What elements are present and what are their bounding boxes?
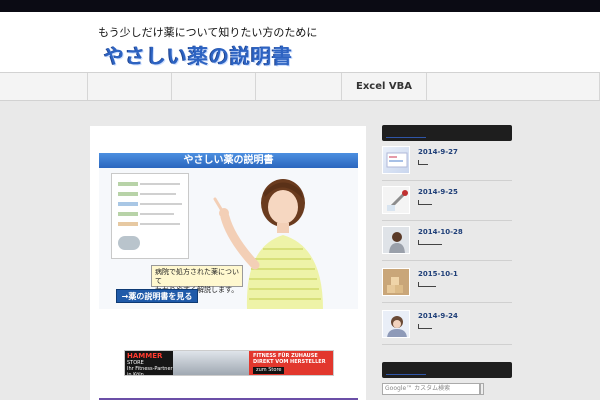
sidebar-post[interactable]: 2014-9-24 — [382, 310, 512, 342]
global-nav: Excel VBA — [0, 72, 600, 101]
nav-item-1[interactable] — [0, 73, 88, 100]
hero-banner[interactable]: やさしい薬の説明書 病院で処方された薬について わかりやすく解説します。 →薬の… — [99, 153, 358, 309]
advertisement[interactable]: HAMMER STORE Ihr Fitness-Partner in Köln… — [124, 350, 334, 376]
ad-gym-image — [173, 351, 249, 375]
post-excerpt — [418, 160, 428, 165]
sidebar-post[interactable]: 2014-9-25 — [382, 186, 512, 218]
post-thumbnail[interactable] — [382, 186, 410, 214]
ad-brand: HAMMER — [127, 352, 163, 360]
ad-headline: FITNESS FÜR ZUHAUSE DIREKT VOM HERSTELLE… — [253, 353, 326, 365]
post-excerpt — [418, 240, 442, 245]
post-excerpt — [418, 282, 436, 287]
nav-item-excel-vba[interactable]: Excel VBA — [342, 73, 427, 100]
nav-item-4[interactable] — [256, 73, 342, 100]
search-input[interactable]: Google™ カスタム検索 — [382, 383, 480, 395]
divider — [382, 302, 512, 303]
top-bar — [0, 0, 600, 12]
woman-pointing-image — [213, 179, 323, 309]
site-logo[interactable]: やさしい薬の説明書 — [104, 40, 293, 69]
nav-item-2[interactable] — [88, 73, 172, 100]
post-excerpt — [418, 324, 432, 329]
sidebar-post[interactable]: 2014-10-28 — [382, 226, 512, 258]
post-thumbnail[interactable] — [382, 226, 410, 254]
post-date: 2014-10-28 — [418, 228, 463, 236]
divider — [382, 220, 512, 221]
ad-tagline: Ihr Fitness-Partner in Köln — [127, 366, 173, 376]
nav-item-3[interactable] — [172, 73, 256, 100]
sidebar-widget-header — [382, 125, 512, 141]
sidebar-post[interactable]: 2015-10-1 — [382, 268, 512, 300]
ad-store-button[interactable]: zum Store — [253, 367, 285, 374]
banner-title: やさしい薬の説明書 — [99, 153, 358, 168]
site-tagline: もう少しだけ薬について知りたい方のために — [98, 26, 318, 39]
post-thumbnail[interactable] — [382, 310, 410, 338]
ad-copy-panel: FITNESS FÜR ZUHAUSE DIREKT VOM HERSTELLE… — [249, 351, 333, 375]
main-content: やさしい薬の説明書 病院で処方された薬について わかりやすく解説します。 →薬の… — [90, 126, 366, 400]
search-button[interactable] — [480, 383, 484, 395]
post-date: 2014-9-24 — [418, 312, 458, 320]
divider — [382, 344, 512, 345]
site-header: もう少しだけ薬について知りたい方のために やさしい薬の説明書 — [0, 12, 600, 72]
post-date: 2015-10-1 — [418, 270, 458, 278]
ad-brand-panel: HAMMER STORE Ihr Fitness-Partner in Köln — [125, 351, 173, 376]
view-guide-button[interactable]: →薬の説明書を見る — [116, 289, 198, 303]
sidebar-post[interactable]: 2014-9-27 — [382, 146, 512, 178]
sidebar-search-header — [382, 362, 512, 378]
post-date: 2014-9-27 — [418, 148, 458, 156]
nav-item-6[interactable] — [427, 73, 600, 100]
post-date: 2014-9-25 — [418, 188, 458, 196]
post-excerpt — [418, 200, 432, 205]
post-thumbnail[interactable] — [382, 268, 410, 296]
document-image — [111, 173, 189, 259]
medicine-image — [118, 236, 140, 250]
divider — [382, 180, 512, 181]
divider — [382, 260, 512, 261]
post-thumbnail[interactable] — [382, 146, 410, 174]
